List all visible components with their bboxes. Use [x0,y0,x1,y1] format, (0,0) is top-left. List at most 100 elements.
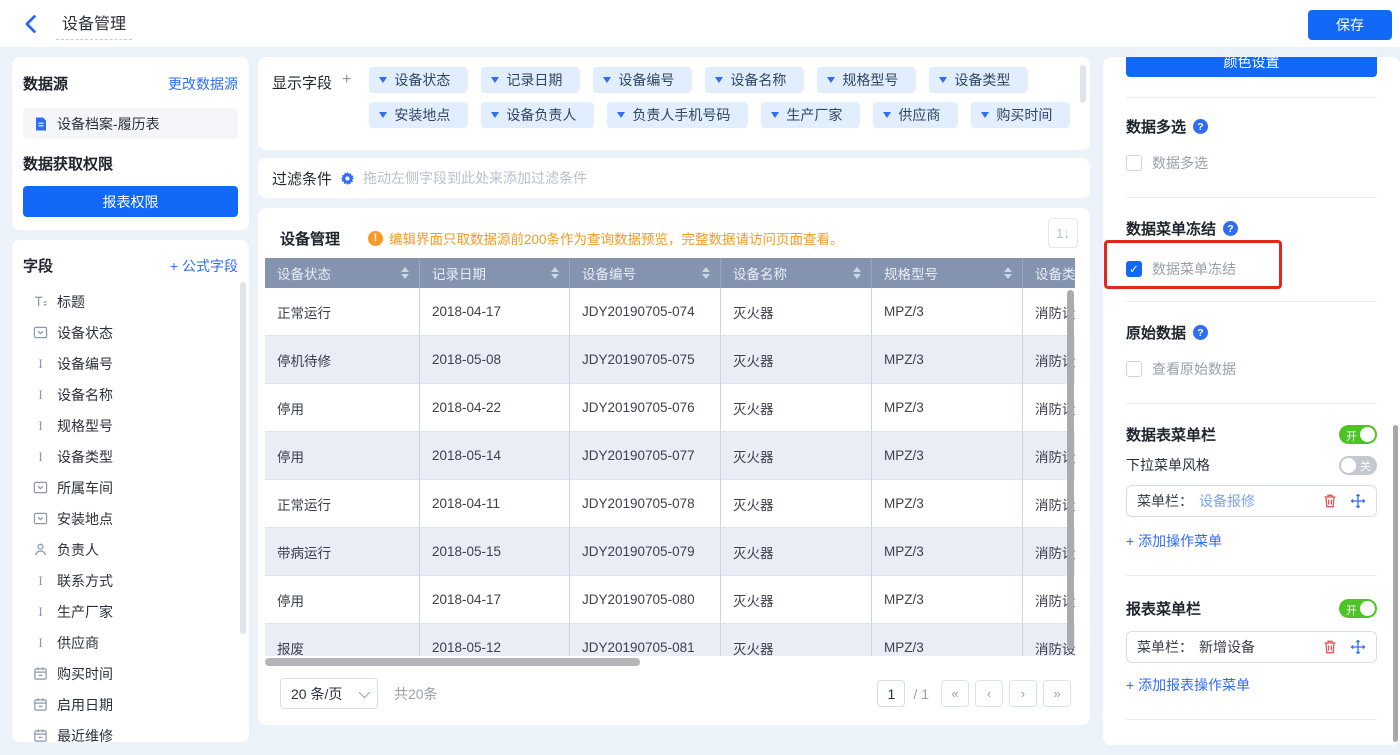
cell: JDY20190705-079 [570,528,721,576]
field-item[interactable]: 安装地点 [23,503,238,534]
field-chip[interactable]: 设备名称 [705,67,805,93]
settings-scrollbar[interactable] [1393,425,1398,742]
multi-select-checkbox-label: 数据多选 [1152,155,1208,171]
chevron-down-icon [379,77,388,83]
data-menu-toggle[interactable]: 开 [1339,425,1377,444]
report-menu-toggle[interactable]: 开 [1339,599,1377,618]
checkbox-checked-icon[interactable]: ✓ [1126,261,1142,277]
field-item[interactable]: 负责人 [23,534,238,565]
cell: 2018-05-14 [420,432,570,480]
cell: 灭火器 [721,480,872,528]
table-horizontal-scrollbar[interactable] [265,658,640,666]
field-item[interactable]: I 设备类型 [23,441,238,472]
gear-icon[interactable] [340,171,355,186]
menu-freeze-checkbox-row[interactable]: ✓ 数据菜单冻结 [1126,259,1377,279]
page-of-label: / 1 [913,685,929,702]
field-chip[interactable]: 安装地点 [369,102,469,128]
add-display-field-icon[interactable]: + [342,67,351,128]
field-item[interactable]: 标题 [23,286,238,317]
sort-arrows-icon [702,267,710,279]
trash-icon[interactable] [1322,493,1338,509]
formula-field-link[interactable]: + 公式字段 [170,256,238,276]
field-chip[interactable]: 规格型号 [817,67,917,93]
field-item[interactable]: I 规格型号 [23,410,238,441]
help-icon[interactable]: ? [1223,221,1239,236]
last-page-button[interactable]: » [1043,680,1071,707]
raw-data-title: 原始数据 [1126,325,1187,342]
field-chip[interactable]: 供应商 [873,102,959,128]
date-field-icon [33,666,48,681]
change-datasource-link[interactable]: 更改数据源 [168,74,238,94]
help-icon[interactable]: ? [1193,119,1209,134]
column-header[interactable]: 规格型号 [872,258,1023,288]
field-item[interactable]: I 设备名称 [23,379,238,410]
column-header[interactable]: 设备编号 [570,258,721,288]
page-title[interactable]: 设备管理 [56,8,133,40]
back-button[interactable] [20,13,42,35]
add-action-menu-link[interactable]: + 添加操作菜单 [1126,531,1222,551]
raw-data-checkbox-row[interactable]: 查看原始数据 [1126,359,1377,379]
field-chip[interactable]: 设备状态 [369,67,469,93]
color-settings-button[interactable]: 颜色设置 [1126,57,1377,77]
cell: 正常运行 [265,480,420,528]
field-item[interactable]: 启用日期 [23,689,238,720]
checkbox-unchecked-icon[interactable] [1126,361,1142,377]
report-menu-item[interactable]: 菜单栏： 新增设备 [1126,631,1377,663]
page-size-select[interactable]: 20 条/页 [280,678,378,709]
report-permission-button[interactable]: 报表权限 [23,186,238,217]
sort-order-button[interactable]: 1↓ [1048,218,1078,248]
move-icon[interactable] [1350,493,1366,509]
save-button[interactable]: 保存 [1308,10,1392,40]
field-item[interactable]: 设备状态 [23,317,238,348]
move-icon[interactable] [1350,639,1366,655]
field-chip[interactable]: 购买时间 [971,102,1071,128]
current-page-input[interactable]: 1 [877,680,906,707]
field-item[interactable]: 购买时间 [23,658,238,689]
filter-dropzone[interactable]: 拖动左侧字段到此处来添加过滤条件 [363,168,587,188]
field-item[interactable]: I 供应商 [23,627,238,658]
fields-scrollbar[interactable] [240,282,246,634]
field-label: 负责人 [57,541,99,558]
add-report-action-menu-link[interactable]: + 添加报表操作菜单 [1126,675,1250,695]
chip-label: 设备状态 [394,72,451,88]
select-field-icon [33,480,48,495]
field-chip[interactable]: 记录日期 [481,67,581,93]
datasource-item[interactable]: 设备档案-履历表 [23,108,238,139]
table-row: 停机待修2018-05-08JDY20190705-075灭火器MPZ/3消防设… [265,336,1075,384]
divider [1126,575,1377,576]
pagination-bar: 20 条/页 共20条 1 / 1 « ‹ › » [265,678,1083,709]
table-row: 正常运行2018-04-11JDY20190705-078灭火器MPZ/3消防设… [265,480,1075,528]
data-menu-item[interactable]: 菜单栏： 设备报修 [1126,485,1377,517]
field-item[interactable]: I 设备编号 [23,348,238,379]
divider [1126,197,1377,198]
display-fields-scrollbar[interactable] [1080,65,1086,103]
field-item[interactable]: I 生产厂家 [23,596,238,627]
field-chip[interactable]: 负责人手机号码 [607,102,749,128]
chip-label: 供应商 [898,107,941,123]
field-item[interactable]: 最近维修 [23,720,238,742]
next-page-button[interactable]: › [1009,680,1037,707]
table-vertical-scrollbar[interactable] [1067,290,1074,648]
field-chip[interactable]: 生产厂家 [761,102,861,128]
field-chip[interactable]: 设备编号 [593,67,693,93]
checkbox-unchecked-icon[interactable] [1126,155,1142,171]
column-header[interactable]: 设备名称 [721,258,872,288]
column-header[interactable]: 设备状态 [265,258,420,288]
field-item[interactable]: I 联系方式 [23,565,238,596]
field-chip[interactable]: 设备类型 [929,67,1029,93]
sort-arrows-icon [551,267,559,279]
trash-icon[interactable] [1322,639,1338,655]
divider [1126,97,1377,98]
prev-page-button[interactable]: ‹ [975,680,1003,707]
back-chevron-icon [25,14,36,33]
column-header[interactable]: 设备类型 [1023,258,1075,288]
column-header[interactable]: 记录日期 [420,258,570,288]
cell: JDY20190705-074 [570,288,721,336]
dropdown-style-toggle[interactable]: 关 [1339,455,1377,475]
multi-select-checkbox-row[interactable]: 数据多选 [1126,153,1377,173]
help-icon[interactable]: ? [1193,325,1209,340]
field-item[interactable]: 所属车间 [23,472,238,503]
cell: MPZ/3 [872,336,1023,384]
first-page-button[interactable]: « [941,680,969,707]
field-chip[interactable]: 设备负责人 [481,102,595,128]
